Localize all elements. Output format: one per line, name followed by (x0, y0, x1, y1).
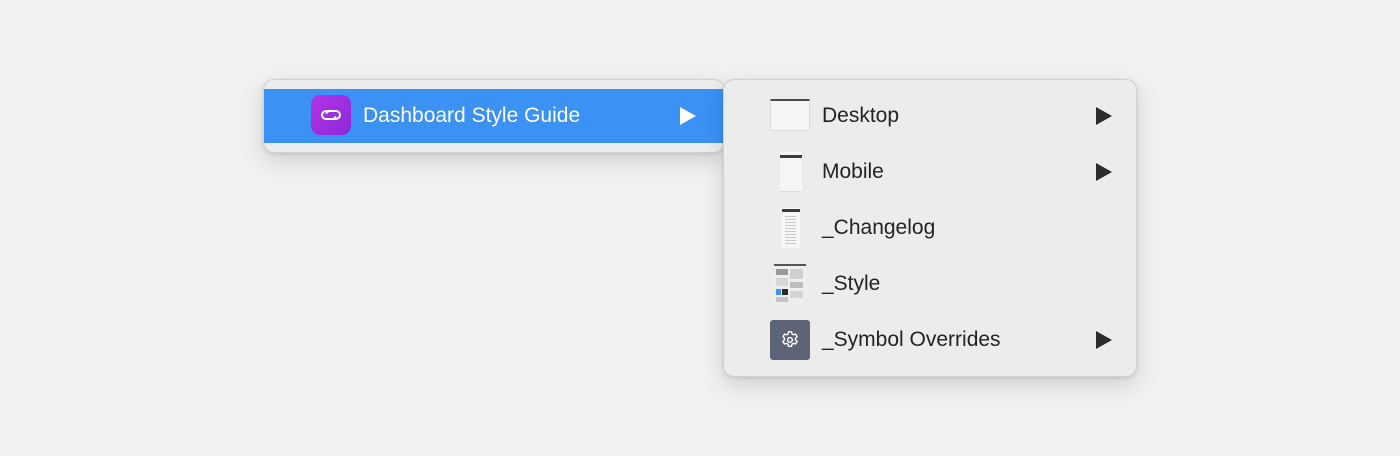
submenu-arrow-icon (1096, 163, 1112, 181)
thumbnail-block (776, 269, 788, 275)
desktop-page-thumbnail (770, 99, 810, 131)
thumbnail-block (776, 297, 788, 302)
thumbnail-block (782, 289, 788, 295)
submenu-item-label: _Style (822, 272, 881, 295)
submenu-arrow-icon (680, 107, 696, 125)
submenu-item-mobile[interactable]: Mobile (724, 144, 1136, 200)
submenu-item-changelog[interactable]: _Changelog (724, 200, 1136, 256)
submenu-arrow-icon (1096, 107, 1112, 125)
submenu-item-label: Mobile (822, 160, 884, 183)
gear-icon (770, 320, 810, 360)
mobile-page-thumbnail (780, 152, 802, 192)
submenu-arrow-icon (1096, 331, 1112, 349)
link-icon (311, 95, 351, 135)
thumbnail-lines (785, 216, 796, 246)
changelog-page-thumbnail (782, 208, 800, 248)
stage: Dashboard Style Guide Desktop Mobile _Ch… (0, 0, 1400, 456)
submenu-item-label: Desktop (822, 104, 900, 127)
thumbnail-block (790, 269, 803, 279)
submenu-item-label: _Symbol Overrides (822, 328, 1001, 351)
style-page-thumbnail (774, 264, 806, 304)
thumbnail-block (790, 291, 803, 298)
thumbnail-block (790, 282, 803, 288)
menu-item-label: Dashboard Style Guide (363, 104, 581, 127)
submenu-item-symbol-overrides[interactable]: _Symbol Overrides (724, 312, 1136, 368)
submenu: Desktop Mobile _Changelog _Style _Symbol… (723, 79, 1137, 377)
thumbnail-block (776, 278, 788, 286)
submenu-item-style[interactable]: _Style (724, 256, 1136, 312)
context-menu: Dashboard Style Guide (263, 79, 725, 153)
submenu-item-desktop[interactable]: Desktop (724, 88, 1136, 144)
submenu-item-label: _Changelog (822, 216, 936, 239)
menu-item-dashboard-style-guide[interactable]: Dashboard Style Guide (264, 89, 724, 143)
thumbnail-block (776, 289, 781, 295)
